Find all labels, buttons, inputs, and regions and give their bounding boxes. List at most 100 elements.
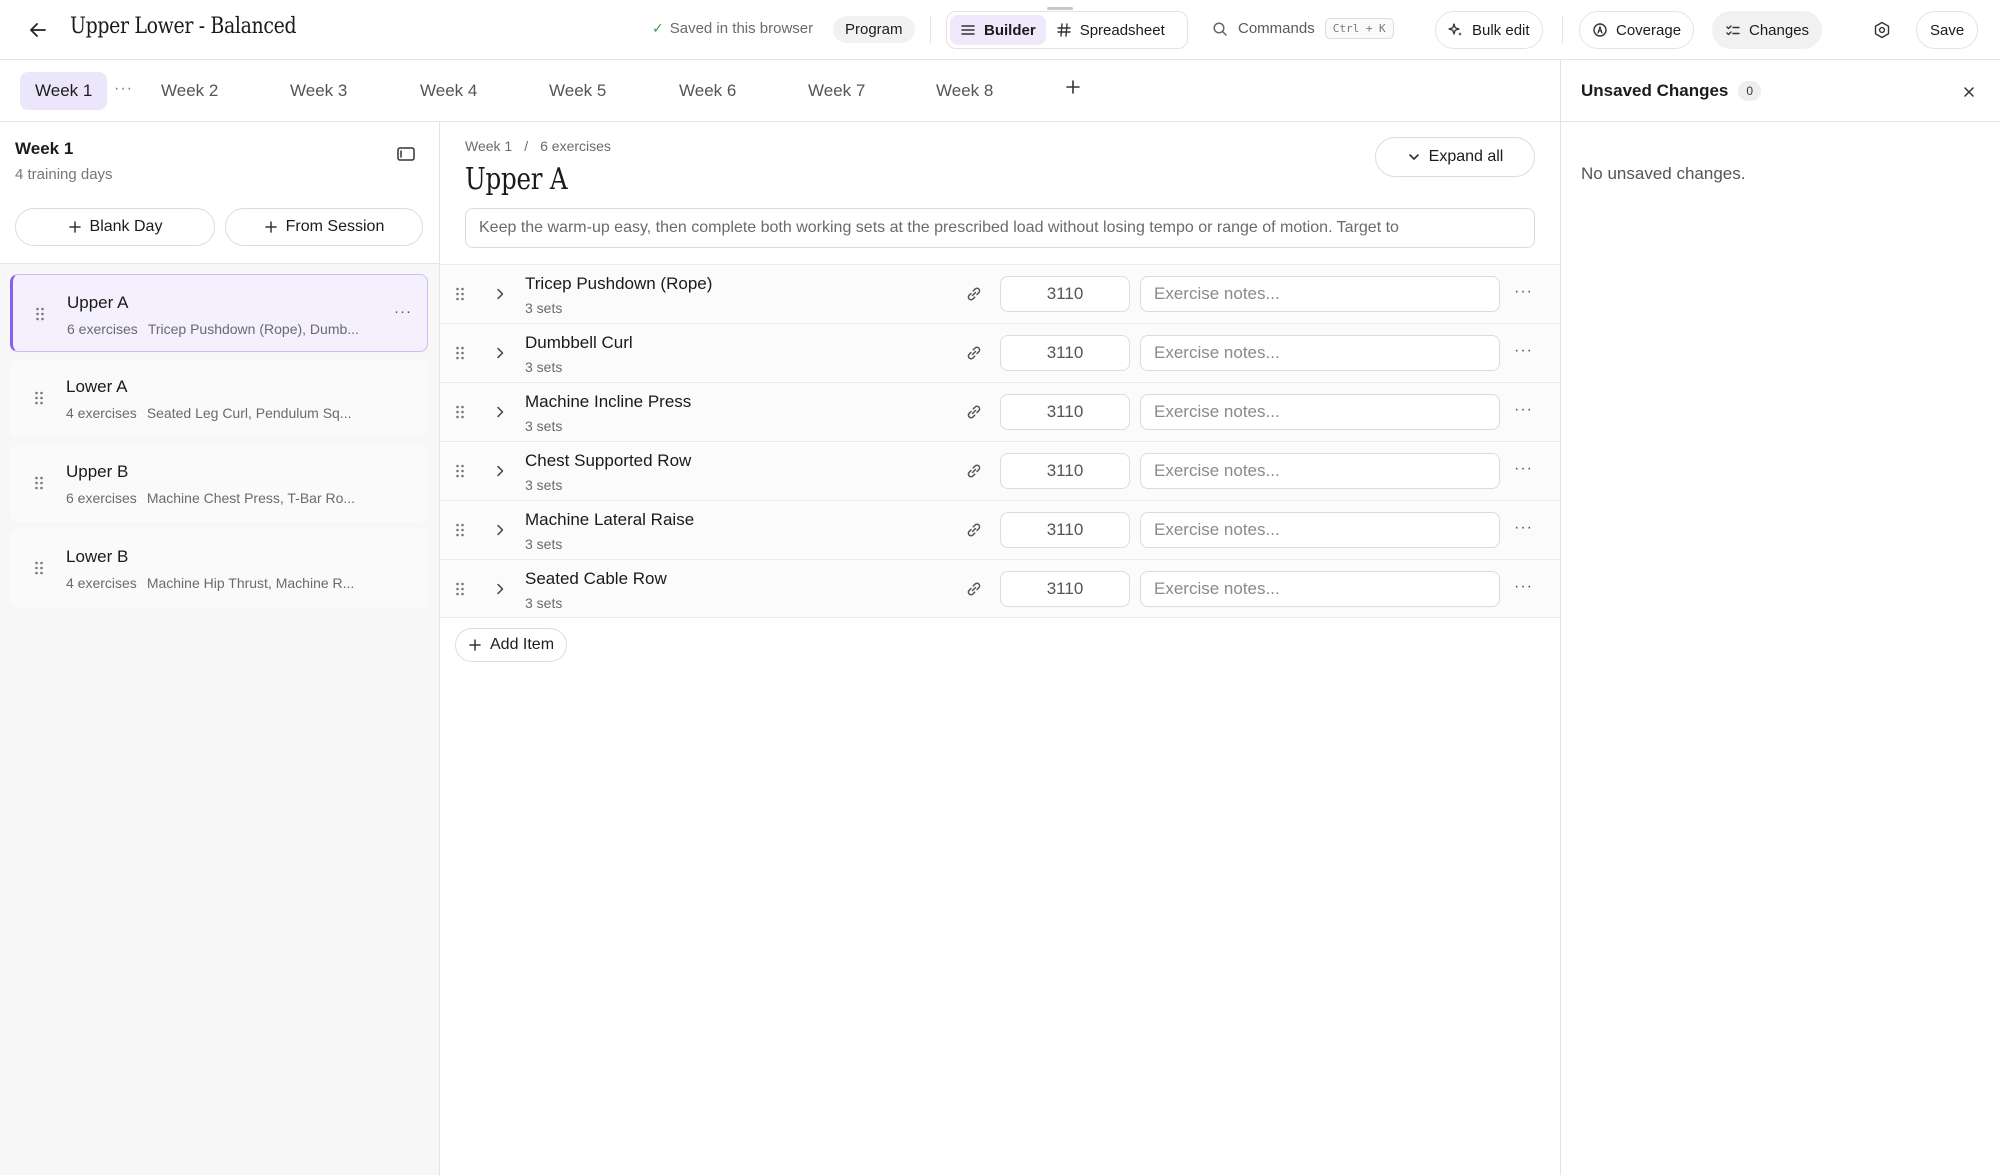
day-card-lower-b[interactable]: Lower B 4 exercises Machine Hip Thrust, M… xyxy=(10,529,428,607)
exercise-name[interactable]: Dumbbell Curl xyxy=(525,333,633,353)
from-session-button[interactable]: From Session xyxy=(225,208,423,246)
bulk-edit-button[interactable]: Bulk edit xyxy=(1435,11,1543,49)
settings-gear-icon[interactable] xyxy=(1870,18,1894,42)
link-icon[interactable] xyxy=(964,579,984,599)
drag-handle-icon[interactable] xyxy=(35,307,45,321)
chevron-right-icon[interactable] xyxy=(493,346,507,360)
drag-handle-icon[interactable] xyxy=(455,582,465,596)
tempo-field[interactable]: 3110 xyxy=(1000,394,1130,430)
day-card-lower-a[interactable]: Lower A 4 exercises Seated Leg Curl, Pend… xyxy=(10,359,428,437)
drag-handle[interactable] xyxy=(1047,7,1073,10)
exercise-name[interactable]: Machine Lateral Raise xyxy=(525,510,694,530)
tempo-field[interactable]: 3110 xyxy=(1000,276,1130,312)
tab-week-1[interactable]: Week 1 xyxy=(20,72,108,110)
chevron-right-icon[interactable] xyxy=(493,287,507,301)
add-week-plus-icon[interactable] xyxy=(1062,76,1084,98)
day-meta: 4 exercises Seated Leg Curl, Pendulum Sq.… xyxy=(66,405,352,421)
exercise-row[interactable]: Tricep Pushdown (Rope) 3 sets 3110 Exercise… xyxy=(440,264,1560,323)
day-sidebar: Week 1 4 training days Blank Day From Se… xyxy=(0,122,440,1175)
exercise-notes-field[interactable]: Exercise notes... xyxy=(1140,335,1500,371)
chevron-right-icon[interactable] xyxy=(493,464,507,478)
day-more-options-icon[interactable]: ··· xyxy=(394,303,412,320)
tab-week-4[interactable]: Week 4 xyxy=(405,72,492,110)
plus-icon xyxy=(68,221,81,233)
commands-label: Commands xyxy=(1238,20,1315,37)
exercise-name[interactable]: Machine Incline Press xyxy=(525,392,691,412)
divider xyxy=(1562,16,1563,44)
drag-handle-icon[interactable] xyxy=(455,287,465,301)
exercise-row[interactable]: Machine Lateral Raise 3 sets 3110 Exercise … xyxy=(440,500,1560,559)
day-card-upper-b[interactable]: Upper B 6 exercises Machine Chest Press, … xyxy=(10,444,428,522)
tab-week-5[interactable]: Week 5 xyxy=(534,72,621,110)
link-icon[interactable] xyxy=(964,343,984,363)
link-icon[interactable] xyxy=(964,520,984,540)
plus-icon xyxy=(264,221,277,233)
week-options-more-icon[interactable]: ··· xyxy=(114,80,133,98)
exercise-notes-field[interactable]: Exercise notes... xyxy=(1140,453,1500,489)
program-badge[interactable]: Program xyxy=(833,16,915,43)
blank-day-button[interactable]: Blank Day xyxy=(15,208,215,246)
spreadsheet-view-button[interactable]: Spreadsheet xyxy=(1046,15,1175,45)
drag-handle-icon[interactable] xyxy=(455,464,465,478)
commands-search[interactable]: Commands Ctrl + K xyxy=(1212,18,1394,39)
tempo-field[interactable]: 3110 xyxy=(1000,571,1130,607)
expand-all-button[interactable]: Expand all xyxy=(1375,137,1535,177)
breadcrumb-week[interactable]: Week 1 xyxy=(465,138,512,154)
tempo-field[interactable]: 3110 xyxy=(1000,453,1130,489)
drag-handle-icon[interactable] xyxy=(455,405,465,419)
exercise-notes-field[interactable]: Exercise notes... xyxy=(1140,276,1500,312)
exercise-more-options-icon[interactable]: ··· xyxy=(1514,283,1533,301)
exercise-name[interactable]: Tricep Pushdown (Rope) xyxy=(525,274,712,294)
exercise-notes-field[interactable]: Exercise notes... xyxy=(1140,512,1500,548)
day-name: Lower A xyxy=(66,377,128,396)
tab-week-6[interactable]: Week 6 xyxy=(664,72,751,110)
day-editor: Week 1 / 6 exercises Upper A Expand all … xyxy=(440,122,1560,1175)
unsaved-changes-panel: Unsaved Changes 0 No unsaved changes. xyxy=(1560,60,2000,1175)
exercise-sets: 3 sets xyxy=(525,595,563,611)
exercise-row[interactable]: Chest Supported Row 3 sets 3110 Exercise no… xyxy=(440,441,1560,500)
exercise-notes-field[interactable]: Exercise notes... xyxy=(1140,394,1500,430)
tab-week-2[interactable]: Week 2 xyxy=(146,72,233,110)
tab-week-3[interactable]: Week 3 xyxy=(275,72,362,110)
builder-view-button[interactable]: Builder xyxy=(950,15,1046,45)
tempo-field[interactable]: 3110 xyxy=(1000,512,1130,548)
exercise-name[interactable]: Chest Supported Row xyxy=(525,451,691,471)
exercise-more-options-icon[interactable]: ··· xyxy=(1514,342,1533,360)
close-icon[interactable] xyxy=(1959,82,1979,102)
drag-handle-icon[interactable] xyxy=(34,561,44,575)
drag-handle-icon[interactable] xyxy=(455,523,465,537)
exercise-row[interactable]: Dumbbell Curl 3 sets 3110 Exercise notes...… xyxy=(440,323,1560,382)
exercise-row[interactable]: Machine Incline Press 3 sets 3110 Exercise … xyxy=(440,382,1560,441)
exercise-notes-field[interactable]: Exercise notes... xyxy=(1140,571,1500,607)
tab-week-8[interactable]: Week 8 xyxy=(921,72,1008,110)
back-arrow-icon[interactable] xyxy=(24,16,52,44)
from-session-label: From Session xyxy=(285,218,385,235)
day-name: Upper B xyxy=(66,462,129,481)
exercise-more-options-icon[interactable]: ··· xyxy=(1514,578,1533,596)
exercise-row[interactable]: Seated Cable Row 3 sets 3110 Exercise notes… xyxy=(440,559,1560,618)
coverage-button[interactable]: Coverage xyxy=(1579,11,1695,49)
changes-button[interactable]: Changes xyxy=(1712,11,1823,49)
save-button[interactable]: Save xyxy=(1916,11,1979,49)
sidebar-toggle-icon[interactable] xyxy=(396,144,416,164)
day-title[interactable]: Upper A xyxy=(465,162,568,197)
exercise-more-options-icon[interactable]: ··· xyxy=(1514,519,1533,537)
exercise-more-options-icon[interactable]: ··· xyxy=(1514,460,1533,478)
chevron-right-icon[interactable] xyxy=(493,582,507,596)
exercise-name[interactable]: Seated Cable Row xyxy=(525,569,667,589)
link-icon[interactable] xyxy=(964,284,984,304)
day-notes-field[interactable]: Keep the warm-up easy, then complete bot… xyxy=(465,208,1535,248)
tempo-field[interactable]: 3110 xyxy=(1000,335,1130,371)
link-icon[interactable] xyxy=(964,461,984,481)
add-item-button[interactable]: Add Item xyxy=(455,628,568,662)
tab-week-7[interactable]: Week 7 xyxy=(793,72,880,110)
drag-handle-icon[interactable] xyxy=(34,476,44,490)
drag-handle-icon[interactable] xyxy=(34,391,44,405)
day-card-upper-a[interactable]: Upper A 6 exercises Tricep Pushdown (Rope… xyxy=(10,274,428,352)
drag-handle-icon[interactable] xyxy=(455,346,465,360)
day-exercise-summary: Machine Hip Thrust, Machine R... xyxy=(146,575,355,591)
chevron-right-icon[interactable] xyxy=(493,405,507,419)
link-icon[interactable] xyxy=(964,402,984,422)
exercise-more-options-icon[interactable]: ··· xyxy=(1514,401,1533,419)
chevron-right-icon[interactable] xyxy=(493,523,507,537)
